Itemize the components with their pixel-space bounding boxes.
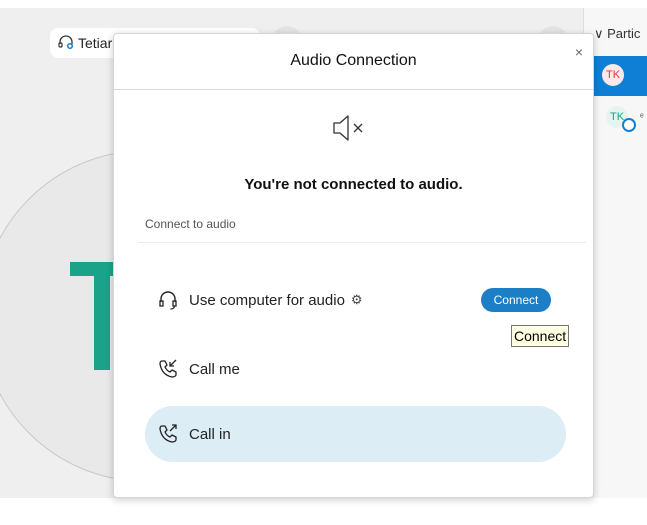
top-strip (0, 0, 647, 8)
close-icon[interactable]: × (575, 44, 583, 60)
audio-status-icon (622, 118, 636, 132)
presenter-name: Tetiar (78, 35, 113, 51)
option-label: Call in (189, 425, 231, 443)
option-label: Call me (189, 360, 240, 378)
bottom-strip (0, 498, 647, 525)
phone-incoming-icon (157, 358, 179, 380)
participant-name-truncated: ᵉ (640, 112, 644, 123)
dialog-title: Audio Connection (290, 52, 417, 69)
audio-status-text: You're not connected to audio. (244, 176, 463, 193)
headset-icon (58, 34, 74, 52)
option-call-in[interactable]: Call in (145, 406, 566, 462)
participants-header-label: Partic (607, 26, 641, 41)
option-call-me[interactable]: Call me (145, 341, 565, 397)
presenter-initial (70, 262, 130, 370)
divider (114, 89, 593, 90)
audio-connection-dialog: Audio Connection × You're not connected … (113, 33, 594, 498)
divider (138, 242, 586, 243)
headset-icon (157, 289, 179, 311)
connect-tooltip: Connect (511, 325, 570, 347)
chevron-down-icon: ∨ (594, 26, 604, 41)
option-label: Use computer for audio (189, 291, 345, 309)
participants-header[interactable]: ∨ Partic (594, 26, 640, 42)
avatar: TK (602, 64, 624, 86)
connect-button[interactable]: Connect (481, 288, 551, 312)
gear-icon[interactable]: ⚙ (351, 292, 363, 308)
section-label: Connect to audio (145, 217, 236, 231)
phone-outgoing-icon (157, 423, 179, 445)
speaker-muted-icon (330, 112, 370, 144)
